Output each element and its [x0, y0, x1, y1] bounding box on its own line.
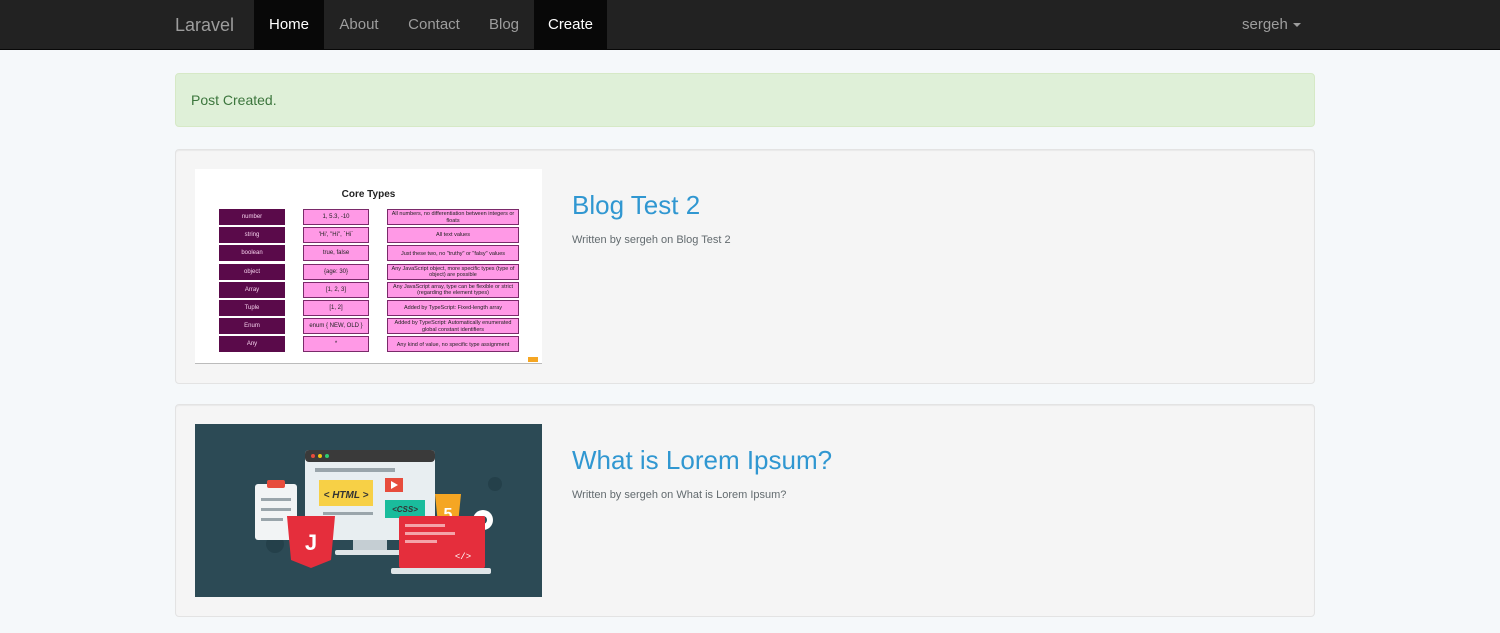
- core-type-name: object: [219, 263, 285, 280]
- caret-down-icon: [1292, 23, 1301, 28]
- post-title-link[interactable]: What is Lorem Ipsum?: [572, 445, 832, 476]
- core-type-name: Tuple: [219, 300, 285, 316]
- core-types-row: number 1, 5.3, -10 All numbers, no differe…: [195, 209, 542, 225]
- core-type-name: number: [219, 209, 285, 225]
- nav-blog[interactable]: Blog: [474, 0, 534, 50]
- core-type-description: Any JavaScript object, more specific typ…: [387, 263, 519, 280]
- core-types-row: Any * Any kind of value, no specific type …: [195, 336, 542, 353]
- core-type-description: All numbers, no differentiation between …: [387, 209, 519, 225]
- post-title-link[interactable]: Blog Test 2: [572, 190, 700, 221]
- core-types-row: Enum enum { NEW, OLD } Added by TypeScript…: [195, 318, 542, 335]
- core-types-row: string 'Hi', "Hi", `Hi` All text values: [195, 227, 542, 244]
- css-label: <CSS>: [392, 505, 418, 514]
- core-type-name: string: [219, 227, 285, 244]
- post-thumbnail[interactable]: < HTML > <CSS> J 5 </>: [195, 424, 542, 597]
- core-type-example: 1, 5.3, -10: [303, 209, 369, 225]
- core-type-name: Any: [219, 336, 285, 353]
- html-label: < HTML >: [324, 490, 369, 501]
- shield-glyph: J: [305, 530, 317, 555]
- code-label: </>: [455, 552, 471, 562]
- core-types-row: boolean true, false Just these two, no "tr…: [195, 245, 542, 262]
- core-type-description: Added by TypeScript: Automatically enume…: [387, 318, 519, 335]
- core-type-name: boolean: [219, 245, 285, 262]
- post-meta: Written by sergeh on What is Lorem Ipsum…: [572, 489, 787, 501]
- nav-contact[interactable]: Contact: [394, 0, 474, 50]
- nav-home[interactable]: Home: [254, 0, 324, 50]
- web-dev-illustration: < HTML > <CSS> J 5 </>: [255, 450, 502, 574]
- core-type-description: All text values: [387, 227, 519, 244]
- core-type-example: 'Hi', "Hi", `Hi`: [303, 227, 369, 244]
- post-card: Core Types number 1, 5.3, -10 All numbers,…: [175, 149, 1315, 384]
- user-dropdown[interactable]: sergeh: [1242, 0, 1301, 50]
- post-thumbnail[interactable]: Core Types number 1, 5.3, -10 All numbers,…: [195, 169, 542, 364]
- core-type-description: Any JavaScript array, type can be flexib…: [387, 281, 519, 298]
- core-types-row: object {age: 30} Any JavaScript object, mo…: [195, 263, 542, 280]
- core-type-example: true, false: [303, 245, 369, 262]
- nav-create[interactable]: Create: [534, 0, 607, 50]
- core-types-row: Tuple [1, 2] Added by TypeScript: Fixed-le…: [195, 300, 542, 316]
- core-type-description: Just these two, no "truthy" or "falsy" v…: [387, 245, 519, 262]
- core-types-row: Array [1, 2, 3] Any JavaScript array, type…: [195, 281, 542, 298]
- thumbnail-title: Core Types: [341, 189, 396, 200]
- core-type-description: Added by TypeScript: Fixed-length array: [387, 300, 519, 316]
- core-type-example: {age: 30}: [303, 263, 369, 280]
- core-type-example: *: [303, 336, 369, 353]
- core-type-name: Enum: [219, 318, 285, 335]
- top-navbar: Laravel Home About Contact Blog Create s…: [0, 0, 1500, 50]
- success-alert: Post Created.: [175, 73, 1315, 127]
- core-type-description: Any kind of value, no specific type assi…: [387, 336, 519, 353]
- thumbnail-corner-mark: [528, 357, 538, 362]
- core-type-name: Array: [219, 281, 285, 298]
- nav-about[interactable]: About: [324, 0, 394, 50]
- user-name: sergeh: [1242, 16, 1288, 33]
- post-card: < HTML > <CSS> J 5 </> What is Lorem Ips…: [175, 404, 1315, 617]
- core-type-example: [1, 2]: [303, 300, 369, 316]
- brand-link[interactable]: Laravel: [175, 0, 234, 50]
- core-type-example: [1, 2, 3]: [303, 281, 369, 298]
- post-meta: Written by sergeh on Blog Test 2: [572, 234, 731, 246]
- core-type-example: enum { NEW, OLD }: [303, 318, 369, 335]
